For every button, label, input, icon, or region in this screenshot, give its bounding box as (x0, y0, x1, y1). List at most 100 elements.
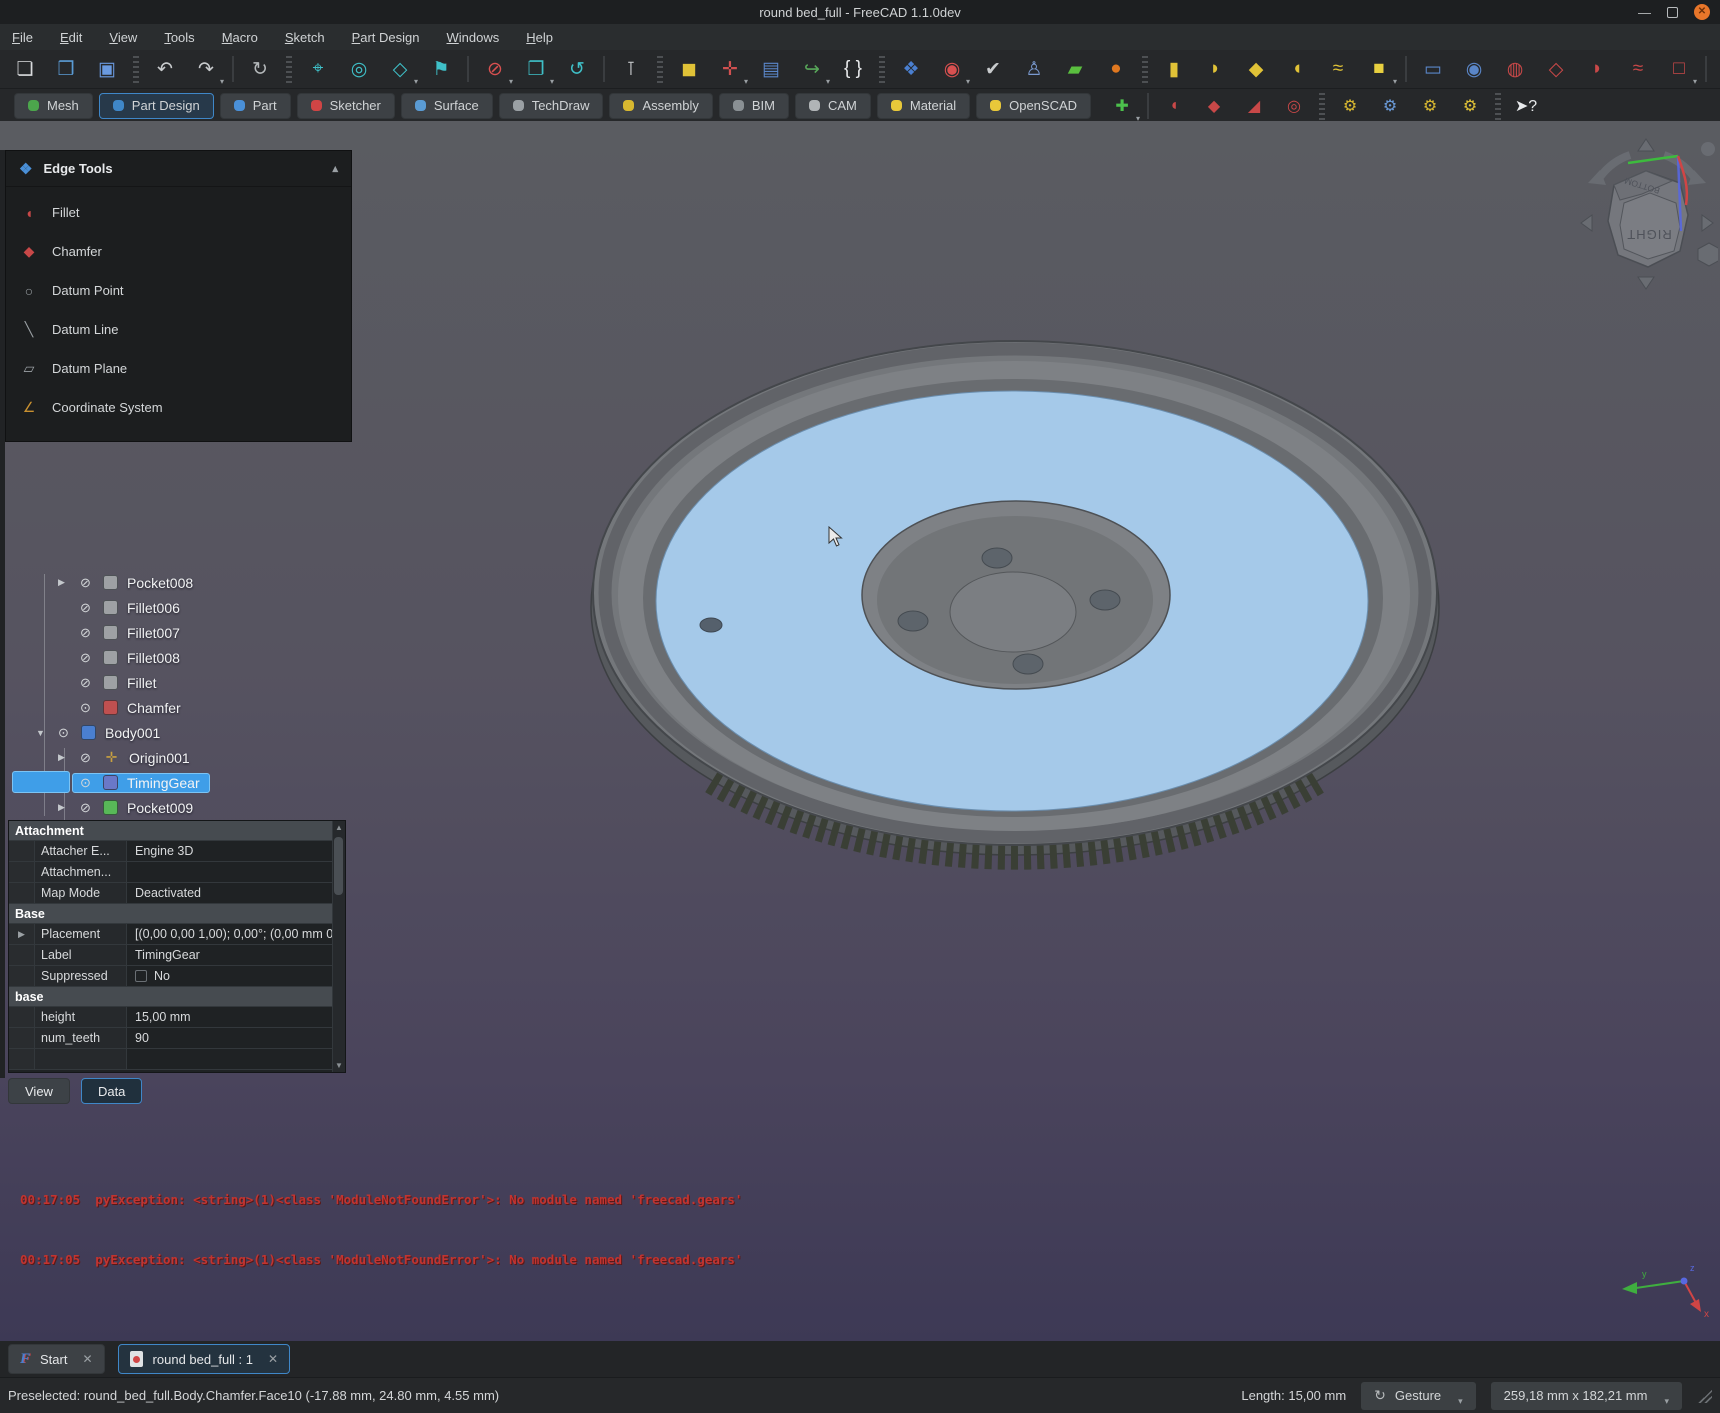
arrow-down-icon[interactable] (1638, 277, 1654, 289)
tab-round-bed-full[interactable]: round bed_full : 1 ✕ (118, 1344, 291, 1374)
property-group-base-lower[interactable]: base (9, 987, 345, 1007)
visibility-eye-icon[interactable]: ⊙ (55, 725, 72, 741)
edge-tool-coordinate-system[interactable]: ∠ Coordinate System (6, 388, 351, 427)
tree-expander-icon[interactable]: ▼ (36, 728, 50, 738)
groove-icon[interactable]: ◍ (1500, 54, 1530, 84)
fillet-icon[interactable]: ◖ (1159, 91, 1189, 121)
property-row-num-teeth[interactable]: num_teeth 90 (9, 1028, 345, 1049)
subtractive-pipe-icon[interactable]: ◗ (1582, 54, 1612, 84)
collapse-chevron-icon[interactable]: ▴ (332, 162, 338, 175)
gear-tool-icon[interactable]: ⚙ (1415, 91, 1445, 121)
property-row-placement[interactable]: ▶ Placement [(0,00 0,00 1,00); 0,00°; (0… (9, 924, 345, 945)
menu-edit[interactable]: Edit (60, 30, 82, 45)
tree-item-chamfer[interactable]: ⊙ Chamfer (0, 695, 380, 720)
row-expander-icon[interactable]: ▶ (18, 929, 25, 940)
property-row-suppressed[interactable]: Suppressed No (9, 966, 345, 987)
box-element-selection-icon[interactable]: ❐ ▾ (521, 54, 551, 84)
scroll-up-icon[interactable]: ▲ (335, 823, 343, 832)
visibility-eye-icon[interactable]: ⊘ (77, 650, 94, 666)
expression-icon[interactable]: { } (838, 54, 868, 84)
tree-expander-icon[interactable]: ▶ (58, 577, 72, 588)
menu-sketch[interactable]: Sketch (285, 30, 325, 45)
additive-primitive-icon[interactable]: ■ ▾ (1364, 54, 1394, 84)
tree-item-pocket008[interactable]: ▶ ⊘ Pocket008 (0, 570, 380, 595)
workbench-tab-surface[interactable]: Surface (401, 93, 493, 119)
visibility-eye-icon[interactable]: ⊘ (77, 800, 94, 816)
measure-icon[interactable]: ⊺ (616, 54, 646, 84)
menu-view[interactable]: View (109, 30, 137, 45)
workbench-tab-assembly[interactable]: Assembly (609, 93, 712, 119)
orbit-mode-icon[interactable] (1701, 142, 1715, 156)
navigation-cube[interactable]: RIGHT BOTTOM (1576, 133, 1718, 295)
save-document-icon[interactable]: ▣ (92, 54, 122, 84)
tree-item-origin001[interactable]: ▶ ⊘ ✛ Origin001 (0, 745, 380, 770)
fit-all-icon[interactable]: ⌖ (303, 54, 333, 84)
resize-grip[interactable] (1697, 1388, 1712, 1403)
fit-selection-icon[interactable]: ◎ (344, 54, 374, 84)
tree-item-body001[interactable]: ▼ ⊙ Body001 (0, 720, 380, 745)
gear-cluster-icon[interactable]: ⚙ (1455, 91, 1485, 121)
visibility-eye-icon[interactable]: ⊘ (77, 575, 94, 591)
additive-pipe-icon[interactable]: ◖ (1282, 54, 1312, 84)
add-workbench-icon[interactable]: ✚ ▾ (1107, 91, 1137, 121)
tree-item-fillet006[interactable]: ⊘ Fillet006 (0, 595, 380, 620)
tree-item-fillet[interactable]: ⊘ Fillet (0, 670, 380, 695)
workbench-tab-part[interactable]: Part (220, 93, 291, 119)
create-link-icon[interactable]: ↪ ▾ (797, 54, 827, 84)
maximize-button[interactable] (1667, 7, 1678, 18)
workbench-tab-sketcher[interactable]: Sketcher (297, 93, 395, 119)
revolution-icon[interactable]: ◗ (1200, 54, 1230, 84)
menu-tools[interactable]: Tools (164, 30, 194, 45)
create-part-icon[interactable]: ❖ (896, 54, 926, 84)
scroll-down-icon[interactable]: ▼ (335, 1061, 343, 1070)
additive-loft-icon[interactable]: ◆ (1241, 54, 1271, 84)
check-geometry-icon[interactable]: ♙ (1019, 54, 1049, 84)
tree-item-timinggear[interactable]: ⊙ TimingGear (0, 770, 380, 795)
draw-style-icon[interactable]: ⊘ ▾ (480, 54, 510, 84)
workbench-tab-cam[interactable]: CAM (795, 93, 871, 119)
tab-start[interactable]: F Start ✕ (8, 1344, 105, 1374)
pad-icon[interactable]: ▮ (1159, 54, 1189, 84)
axonometric-view-icon[interactable]: ◇ ▾ (385, 54, 415, 84)
workbench-tab-openscad[interactable]: OpenSCAD (976, 93, 1091, 119)
involute-gear-icon[interactable]: ⚙ (1335, 91, 1365, 121)
menu-macro[interactable]: Macro (222, 30, 258, 45)
workbench-tab-techdraw[interactable]: TechDraw (499, 93, 604, 119)
visibility-eye-icon[interactable]: ⊙ (77, 700, 94, 716)
property-group-attachment[interactable]: Attachment (9, 821, 345, 841)
pocket-icon[interactable]: ▭ (1418, 54, 1448, 84)
checkbox[interactable] (135, 970, 147, 982)
property-row-partial[interactable] (9, 1049, 345, 1070)
whats-this-icon[interactable]: ➤? (1511, 91, 1541, 121)
visibility-eye-icon[interactable]: ⊘ (77, 750, 94, 766)
3d-viewport[interactable]: RIGHT BOTTOM y x z ❖ Edge Tools ▴ ◖ (0, 121, 1720, 1341)
visibility-eye-icon[interactable]: ⊘ (77, 625, 94, 641)
sync-view-icon[interactable]: ↺ (562, 54, 592, 84)
arrow-up-icon[interactable] (1638, 139, 1654, 151)
menu-part-design[interactable]: Part Design (352, 30, 420, 45)
workbench-tab-mesh[interactable]: Mesh (14, 93, 93, 119)
undo-icon[interactable]: ↶ (150, 54, 180, 84)
create-sketch-icon[interactable]: ◉ ▾ (937, 54, 967, 84)
view-tab[interactable]: View (8, 1078, 70, 1104)
mini-cube-icon[interactable] (1698, 243, 1718, 266)
tree-item-fillet008[interactable]: ⊘ Fillet008 (0, 645, 380, 670)
subtractive-helix-icon[interactable]: ≈ (1623, 54, 1653, 84)
tree-item-pocket009[interactable]: ▶ ⊘ Pocket009 (0, 795, 380, 820)
edge-tool-datum-point[interactable]: ○ Datum Point (6, 271, 351, 310)
edge-tools-header[interactable]: ❖ Edge Tools ▴ (6, 151, 351, 187)
workbench-tab-material[interactable]: Material (877, 93, 970, 119)
edge-tool-fillet[interactable]: ◖ Fillet (6, 193, 351, 232)
scrollbar-thumb[interactable] (334, 837, 343, 895)
cube-face-right-label[interactable]: RIGHT (1626, 227, 1671, 242)
workbench-tab-part-design[interactable]: Part Design (99, 93, 214, 119)
subtractive-primitive-icon[interactable]: □ ▾ (1664, 54, 1694, 84)
open-document-icon[interactable]: ❒ (51, 54, 81, 84)
view-dimensions-button[interactable]: 259,18 mm x 182,21 mm ▾ (1491, 1382, 1682, 1410)
local-coordinate-system-icon[interactable]: ✛ ▾ (715, 54, 745, 84)
validate-sketch-icon[interactable]: ✔ (978, 54, 1008, 84)
tree-item-fillet007[interactable]: ⊘ Fillet007 (0, 620, 380, 645)
redo-icon[interactable]: ↷ ▾ (191, 54, 221, 84)
close-button[interactable]: ✕ (1694, 4, 1710, 20)
chamfer-icon[interactable]: ◆ (1199, 91, 1229, 121)
